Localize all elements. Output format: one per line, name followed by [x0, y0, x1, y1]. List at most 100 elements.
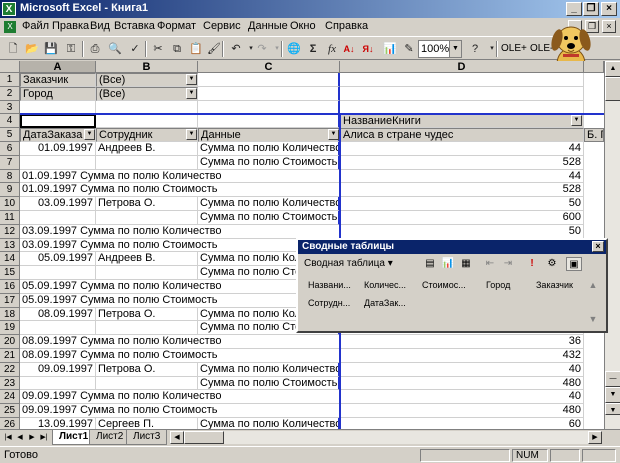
cell-a3[interactable] [20, 100, 96, 115]
cell-d20[interactable]: 36 [340, 335, 584, 349]
cell-d25[interactable]: 480 [340, 404, 584, 418]
row-header[interactable]: 16 [0, 280, 20, 294]
row-header[interactable]: 20 [0, 335, 20, 349]
pivot-field[interactable]: Назвaни... [308, 280, 351, 290]
prev-sheet-icon[interactable]: ◀ [14, 431, 26, 444]
cell-d21[interactable]: 432 [340, 349, 584, 363]
sort-descending-icon[interactable]: Я↓ [359, 41, 377, 57]
cell-d11[interactable]: 600 [340, 211, 584, 225]
cell-d10[interactable]: 50 [340, 197, 584, 211]
cell-a15[interactable] [20, 266, 96, 280]
cell-b11[interactable] [96, 211, 198, 225]
close-button[interactable]: × [601, 2, 617, 16]
scroll-up-icon[interactable]: ▲ [605, 61, 620, 77]
row-header[interactable]: 5 [0, 128, 20, 142]
row-header[interactable]: 15 [0, 266, 20, 280]
cell-b23[interactable] [96, 376, 198, 391]
cell-d3[interactable] [340, 100, 584, 115]
cell-d5[interactable]: Алиса в стране чудес [340, 128, 584, 142]
cell-c5[interactable]: Данные [198, 128, 340, 142]
cell-c6[interactable]: Сумма по полю Количество [198, 142, 340, 156]
cell-a8[interactable]: 01.09.1997 Сумма по полю Количество [20, 169, 340, 184]
cell-d9[interactable]: 528 [340, 183, 584, 198]
row-header[interactable]: 23 [0, 376, 20, 391]
column-header-b[interactable]: B [96, 61, 198, 73]
cell-a7[interactable] [20, 155, 96, 170]
column-header-c[interactable]: C [198, 61, 340, 73]
cell-b5[interactable]: Сотрудник [96, 128, 198, 142]
pivot-field[interactable]: Заказчик [536, 280, 573, 290]
cell-b18[interactable]: Петрова О. [96, 307, 198, 322]
cell-a11[interactable] [20, 211, 96, 225]
new-icon[interactable]: 🗋 [4, 41, 22, 57]
cell-a24[interactable]: 09.09.1997 Сумма по полю Количество [20, 390, 340, 405]
scroll-thumb[interactable] [605, 77, 620, 101]
cell-a26[interactable]: 13.09.1997 [20, 418, 96, 429]
cell-b7[interactable] [96, 155, 198, 170]
field-settings-icon[interactable]: ⚙ [544, 257, 560, 271]
row-header[interactable]: 4 [0, 114, 20, 129]
cell-a12[interactable]: 03.09.1997 Сумма по полю Количество [20, 224, 340, 239]
cell-a22[interactable]: 09.09.1997 [20, 362, 96, 377]
doc-close-button[interactable]: × [602, 20, 616, 33]
cell-d24[interactable]: 40 [340, 390, 584, 405]
pivot-table-menu[interactable]: Сводная таблица ▾ [304, 258, 393, 269]
cell-a18[interactable]: 08.09.1997 [20, 307, 96, 322]
cell-a14[interactable]: 05.09.1997 [20, 252, 96, 267]
function-icon[interactable]: fx [323, 41, 341, 57]
cell-d12[interactable]: 50 [340, 224, 584, 239]
zoom-select[interactable]: 100% ▼ [418, 40, 462, 58]
print-icon[interactable]: ⎙ [86, 41, 104, 57]
pivot-table-toolbar[interactable]: Сводные таблицы × Сводная таблица ▾ ▤ 📊 … [296, 238, 608, 333]
cell-a23[interactable] [20, 376, 96, 391]
cell-b2[interactable]: (Все) [96, 86, 198, 101]
sort-ascending-icon[interactable]: A↓ [340, 41, 358, 57]
scroll-left-icon[interactable]: ◀ [170, 431, 184, 444]
column-header-d[interactable]: D [340, 61, 584, 73]
cell-c11[interactable]: Сумма по полю Стоимость [198, 211, 340, 225]
cell-b6[interactable]: Андреев В. [96, 142, 198, 156]
row-header[interactable]: 6 [0, 142, 20, 156]
cell-c22[interactable]: Сумма по полю Количество [198, 362, 340, 377]
row-header[interactable]: 7 [0, 155, 20, 170]
menu-data[interactable]: Данные [248, 20, 288, 32]
data-field-dropdown-icon[interactable]: ▼ [328, 129, 339, 141]
page-field-dropdown-icon[interactable]: ▼ [186, 74, 197, 85]
column-header-e[interactable] [584, 61, 604, 73]
cell-b4[interactable] [96, 114, 198, 129]
cell-d6[interactable]: 44 [340, 142, 584, 156]
cell-d4[interactable]: НазваниеКниги [340, 114, 584, 129]
menu-edit[interactable]: Правка [52, 20, 89, 32]
pivot-field[interactable]: Стоимос... [422, 280, 466, 290]
spelling-icon[interactable]: ✓ [126, 41, 144, 57]
scroll-right-icon[interactable]: ▶ [588, 431, 602, 444]
cell-a6[interactable]: 01.09.1997 [20, 142, 96, 156]
cell-b26[interactable]: Сергеев П. [96, 418, 198, 429]
row-header[interactable]: 14 [0, 252, 20, 267]
autosum-icon[interactable]: Σ [304, 41, 322, 57]
row-header[interactable]: 1 [0, 73, 20, 87]
row-header[interactable]: 3 [0, 100, 20, 115]
select-all-corner[interactable] [0, 61, 20, 73]
next-sheet-icon[interactable]: ▶ [26, 431, 38, 444]
menu-tools[interactable]: Сервис [203, 20, 241, 32]
cell-c1[interactable] [198, 73, 340, 87]
column-header-a[interactable]: A [20, 61, 96, 73]
row-header[interactable]: 18 [0, 307, 20, 322]
ole-plus-button[interactable]: OLE+ [501, 43, 527, 54]
pivot-field[interactable]: Сотрудн... [308, 298, 350, 308]
row-header[interactable]: 12 [0, 224, 20, 239]
cell-b19[interactable] [96, 321, 198, 336]
chevron-down-icon[interactable]: ▼ [449, 41, 461, 57]
menu-view[interactable]: Вид [90, 20, 110, 32]
row-header[interactable]: 11 [0, 211, 20, 225]
row-header[interactable]: 21 [0, 349, 20, 363]
row-header[interactable]: 13 [0, 238, 20, 253]
cell-b3[interactable] [96, 100, 198, 115]
row-header[interactable]: 22 [0, 362, 20, 377]
hide-field-list-icon[interactable]: ▣ [566, 257, 582, 271]
sheet-tab-2[interactable]: Лист2 [89, 430, 131, 445]
cell-d8[interactable]: 44 [340, 169, 584, 184]
row-header[interactable]: 26 [0, 418, 20, 429]
menu-file[interactable]: Файл [22, 20, 49, 32]
